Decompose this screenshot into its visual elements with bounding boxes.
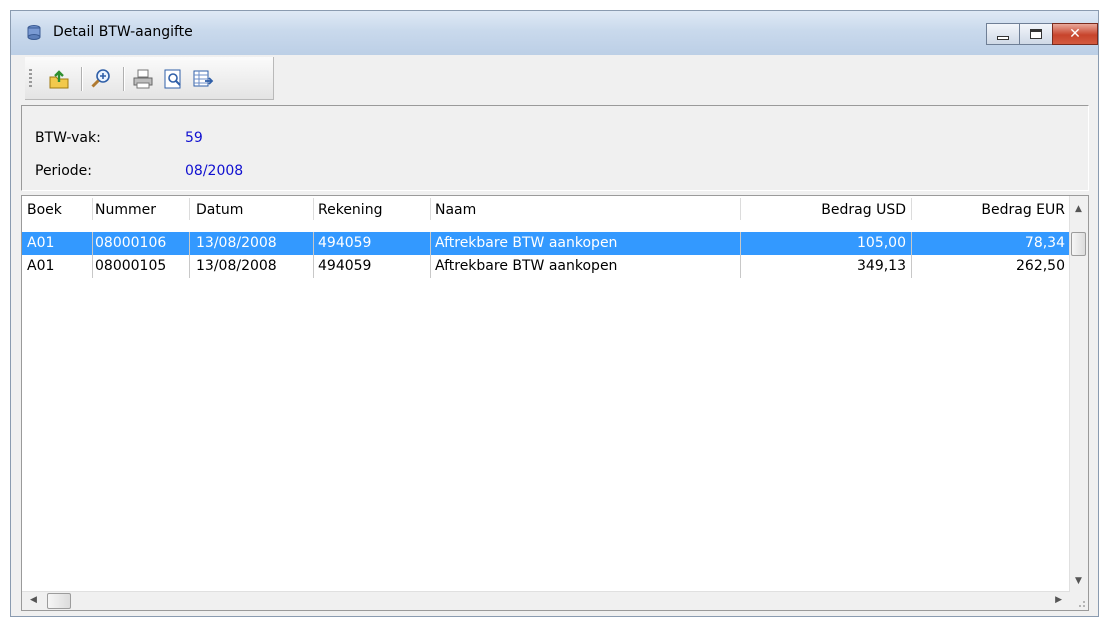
detail-table: Boek Nummer Datum Rekening Naam Bedrag U… [21, 195, 1089, 611]
toolbar-separator [123, 67, 125, 91]
column-divider[interactable] [313, 198, 314, 220]
maximize-icon [1030, 29, 1042, 39]
periode-label: Periode: [35, 163, 92, 179]
cell-bedrag-eur: 262,50 [1016, 258, 1065, 274]
cell-datum: 13/08/2008 [196, 235, 277, 251]
table-row[interactable]: A01 08000105 13/08/2008 494059 Aftrekbar… [22, 255, 1070, 278]
column-divider[interactable] [911, 198, 912, 220]
cell-divider [430, 255, 431, 278]
cell-naam: Aftrekbare BTW aankopen [435, 258, 618, 274]
print-preview-icon[interactable] [161, 67, 185, 91]
column-divider[interactable] [430, 198, 431, 220]
cell-boek: A01 [27, 235, 55, 251]
cell-divider [740, 255, 741, 278]
cell-nummer: 08000105 [95, 258, 167, 274]
cell-divider [313, 232, 314, 255]
cell-boek: A01 [27, 258, 55, 274]
close-icon: ✕ [1069, 26, 1081, 42]
scroll-left-icon[interactable]: ◀ [30, 595, 37, 605]
cell-divider [313, 255, 314, 278]
print-icon[interactable] [131, 67, 155, 91]
cell-divider [92, 255, 93, 278]
export-icon[interactable] [47, 67, 71, 91]
scroll-down-icon[interactable]: ▼ [1075, 576, 1082, 586]
horizontal-scrollbar[interactable]: ◀ ▶ [22, 591, 1070, 610]
vertical-scroll-thumb[interactable] [1071, 232, 1086, 256]
cell-divider [740, 232, 741, 255]
column-divider[interactable] [92, 198, 93, 220]
cell-bedrag-usd: 349,13 [857, 258, 906, 274]
table-row[interactable]: A01 08000106 13/08/2008 494059 Aftrekbar… [22, 232, 1070, 255]
cell-nummer: 08000106 [95, 235, 167, 251]
export-table-icon[interactable] [191, 67, 215, 91]
column-header-boek[interactable]: Boek [27, 202, 62, 218]
column-header-nummer[interactable]: Nummer [95, 202, 156, 218]
scroll-right-icon[interactable]: ▶ [1055, 595, 1062, 605]
table-header: Boek Nummer Datum Rekening Naam Bedrag U… [22, 196, 1070, 222]
column-header-bedrag-usd[interactable]: Bedrag USD [742, 202, 906, 218]
cell-naam: Aftrekbare BTW aankopen [435, 235, 618, 251]
minimize-button[interactable] [986, 23, 1020, 45]
resize-grip-icon[interactable] [1070, 592, 1088, 610]
column-header-bedrag-eur[interactable]: Bedrag EUR [913, 202, 1065, 218]
cell-bedrag-usd: 105,00 [857, 235, 906, 251]
cell-datum: 13/08/2008 [196, 258, 277, 274]
btw-vak-value: 59 [185, 130, 203, 146]
close-button[interactable]: ✕ [1052, 23, 1098, 45]
cell-divider [911, 255, 912, 278]
column-header-rekening[interactable]: Rekening [318, 202, 382, 218]
window-title: Detail BTW-aangifte [53, 24, 193, 40]
vertical-scrollbar[interactable]: ▲ ▼ [1069, 196, 1088, 592]
periode-value: 08/2008 [185, 163, 244, 179]
cell-rekening: 494059 [318, 235, 372, 251]
window: Detail BTW-aangifte ✕ BTW-vak: 59 Period… [10, 10, 1099, 617]
title-bar[interactable]: Detail BTW-aangifte ✕ [11, 11, 1098, 55]
cell-bedrag-eur: 78,34 [1024, 235, 1065, 251]
column-header-naam[interactable]: Naam [435, 202, 476, 218]
maximize-button[interactable] [1019, 23, 1053, 45]
cell-divider [189, 255, 190, 278]
horizontal-scroll-thumb[interactable] [47, 593, 71, 609]
column-divider[interactable] [740, 198, 741, 220]
cell-divider [430, 232, 431, 255]
zoom-icon[interactable] [89, 67, 113, 91]
cell-rekening: 494059 [318, 258, 372, 274]
scroll-up-icon[interactable]: ▲ [1075, 204, 1082, 214]
toolbar-separator [81, 67, 83, 91]
info-panel: BTW-vak: 59 Periode: 08/2008 [21, 105, 1089, 191]
cell-divider [189, 232, 190, 255]
toolbar [25, 57, 274, 100]
toolbar-grip[interactable] [29, 69, 32, 89]
minimize-icon [997, 36, 1009, 40]
cell-divider [92, 232, 93, 255]
btw-vak-label: BTW-vak: [35, 130, 101, 146]
column-divider[interactable] [189, 198, 190, 220]
column-header-datum[interactable]: Datum [196, 202, 243, 218]
app-db-icon [27, 25, 41, 41]
cell-divider [911, 232, 912, 255]
